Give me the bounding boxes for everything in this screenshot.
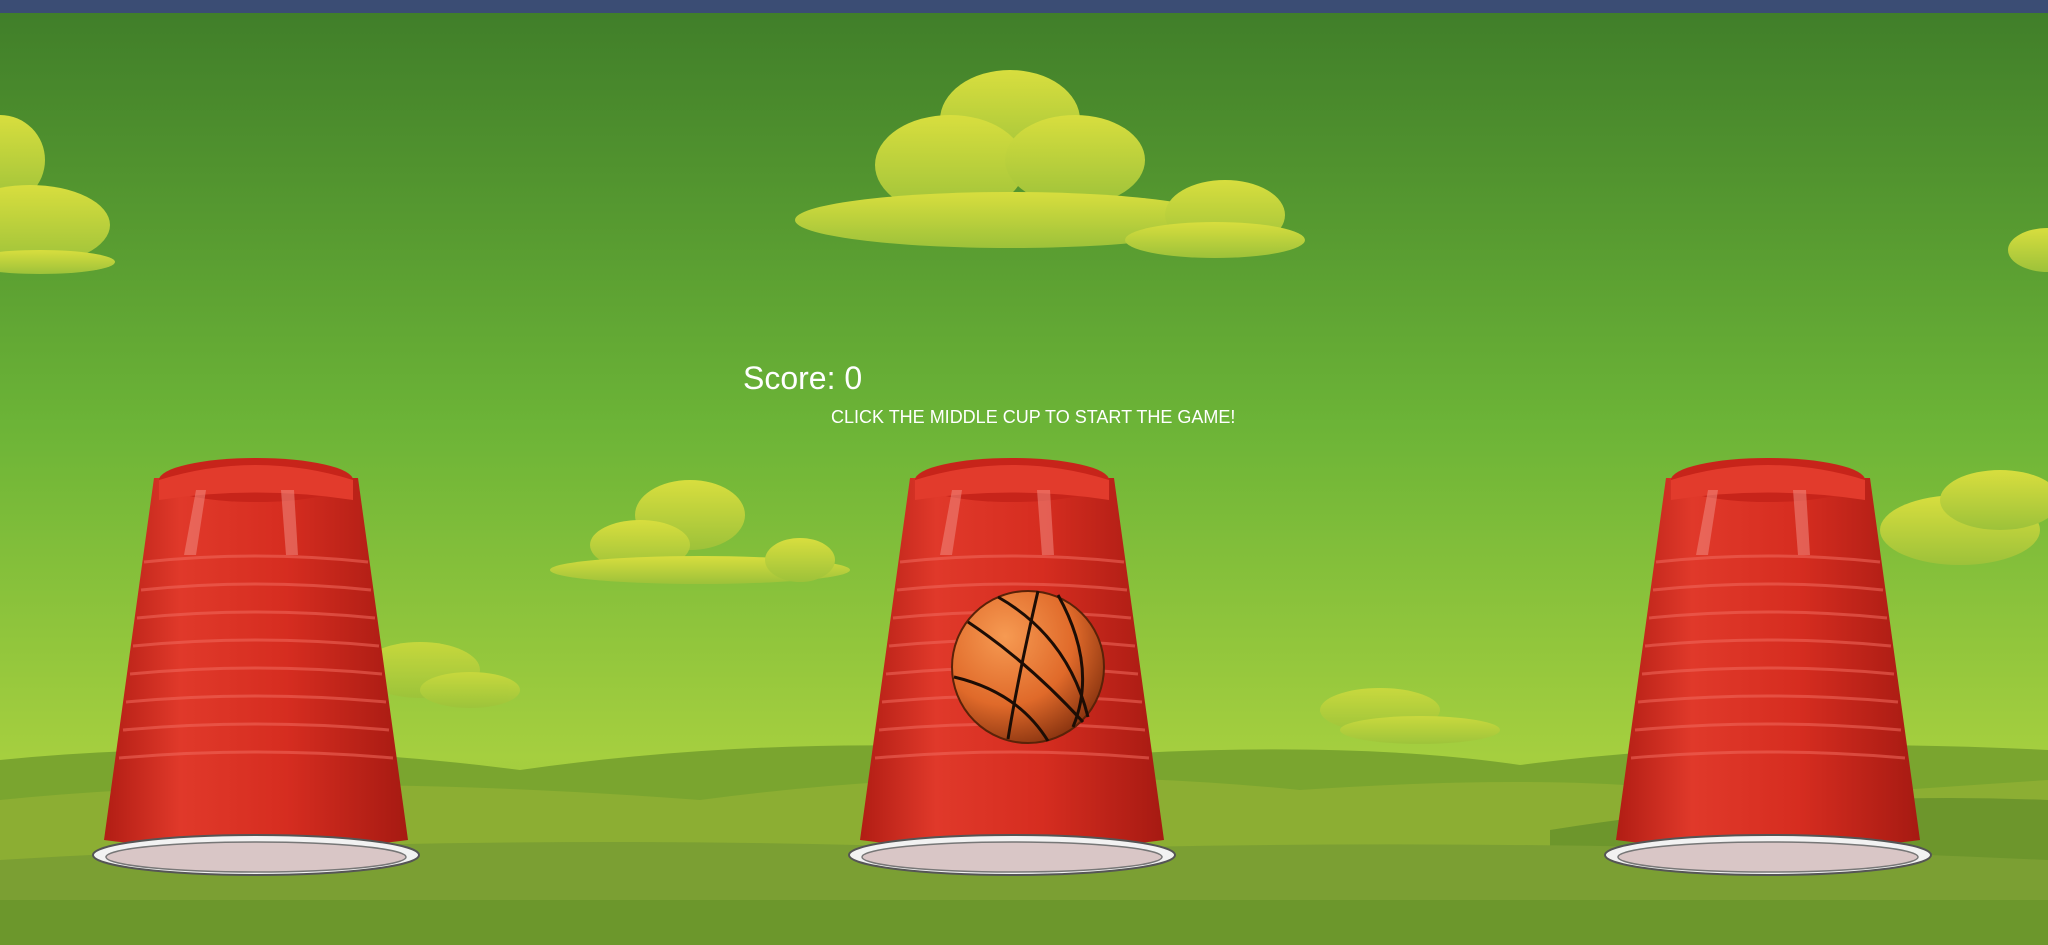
basketball-icon xyxy=(951,590,1105,744)
top-bar xyxy=(0,0,2048,13)
start-instructions: CLICK THE MIDDLE CUP TO START THE GAME! xyxy=(831,407,1236,427)
game-scene xyxy=(0,0,2048,945)
game-stage: Score: 0 CLICK THE MIDDLE CUP TO START T… xyxy=(0,0,2048,945)
score-display: Score: 0 xyxy=(743,360,863,396)
